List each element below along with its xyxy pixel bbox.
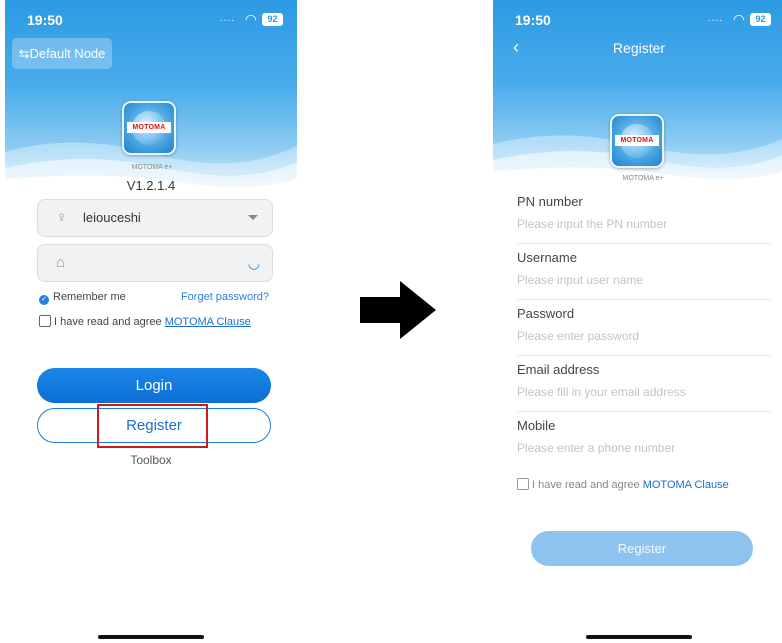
register-form: PN number Please input the PN number Use… [517,188,771,467]
register-submit-button[interactable]: Register [531,531,753,566]
register-screen: 19:50 .... ◠ 92 ‹ Register MOTOMA MOTOMA… [493,0,782,643]
clause-link[interactable]: MOTOMA Clause [643,479,729,491]
field-placeholder[interactable]: Please fill in your email address [517,385,686,399]
field-label: PN number [517,194,583,209]
field-label: Password [517,306,575,321]
status-time: 19:50 [515,12,551,28]
agree-prefix: I have read and agree [532,479,643,491]
app-version: V1.2.1.4 [126,178,176,193]
agree-clause: I have read and agree MOTOMA Clause [39,315,251,328]
battery-icon: 92 [262,13,283,26]
status-bar: 19:50 .... ◠ 92 [515,10,771,30]
clause-link[interactable]: MOTOMA Clause [165,316,251,328]
remember-label: Remember me [53,291,126,303]
field-label: Username [517,250,577,265]
email-field[interactable]: Email address Please fill in your email … [517,356,771,412]
home-indicator [586,635,692,639]
agree-clause: I have read and agree MOTOMA Clause [517,478,729,491]
arrow-right-icon [360,281,436,339]
remember-me-checkbox[interactable]: ✓ Remember me [39,291,126,305]
agree-checkbox[interactable] [517,478,529,490]
user-icon: ♀ [56,209,68,226]
field-label: Mobile [517,418,556,433]
field-label: Email address [517,362,600,377]
username-value: leiouceshi [83,210,141,225]
username-select[interactable]: ♀ leiouceshi [37,199,273,237]
status-bar: 19:50 .... ◠ 92 [27,10,283,30]
status-time: 19:50 [27,12,63,28]
page-title: Register [612,40,666,56]
logo-text: MOTOMA [127,122,171,133]
password-field[interactable]: Password Please enter password [517,300,771,356]
default-node-button[interactable]: ⇆Default Node [12,38,112,69]
wifi-icon: ◠ [244,11,257,27]
forgot-password-link[interactable]: Forget password? [181,291,269,303]
eye-closed-icon[interactable]: ◡ [248,255,260,272]
highlight-box [97,404,208,448]
chevron-down-icon[interactable] [248,215,258,220]
login-button[interactable]: Login [37,368,271,403]
field-placeholder[interactable]: Please input user name [517,273,643,287]
brand-label: MOTOMA e+ [131,164,173,171]
username-field[interactable]: Username Please input user name [517,244,771,300]
check-icon: ✓ [39,295,49,305]
field-placeholder[interactable]: Please enter a phone number [517,441,675,455]
app-logo: MOTOMA [610,114,664,168]
mobile-field[interactable]: Mobile Please enter a phone number [517,412,771,467]
pn-number-field[interactable]: PN number Please input the PN number [517,188,771,244]
home-indicator [98,635,204,639]
logo-text: MOTOMA [615,135,659,146]
agree-checkbox[interactable] [39,315,51,327]
signal-icon: .... [219,13,235,24]
toolbox-link[interactable]: Toolbox [5,453,297,467]
lock-icon: ⌂ [56,254,66,271]
brand-label: MOTOMA e+ [622,175,664,182]
battery-icon: 92 [750,13,771,26]
wifi-icon: ◠ [732,11,745,27]
field-placeholder[interactable]: Please input the PN number [517,217,667,231]
password-field[interactable]: ⌂ ◡ [37,244,273,282]
app-logo: MOTOMA [122,101,176,155]
agree-prefix: I have read and agree [54,316,165,328]
signal-icon: .... [707,13,723,24]
field-placeholder[interactable]: Please enter password [517,329,639,343]
login-screen: 19:50 .... ◠ 92 ⇆Default Node MOTOMA MOT… [5,0,297,643]
